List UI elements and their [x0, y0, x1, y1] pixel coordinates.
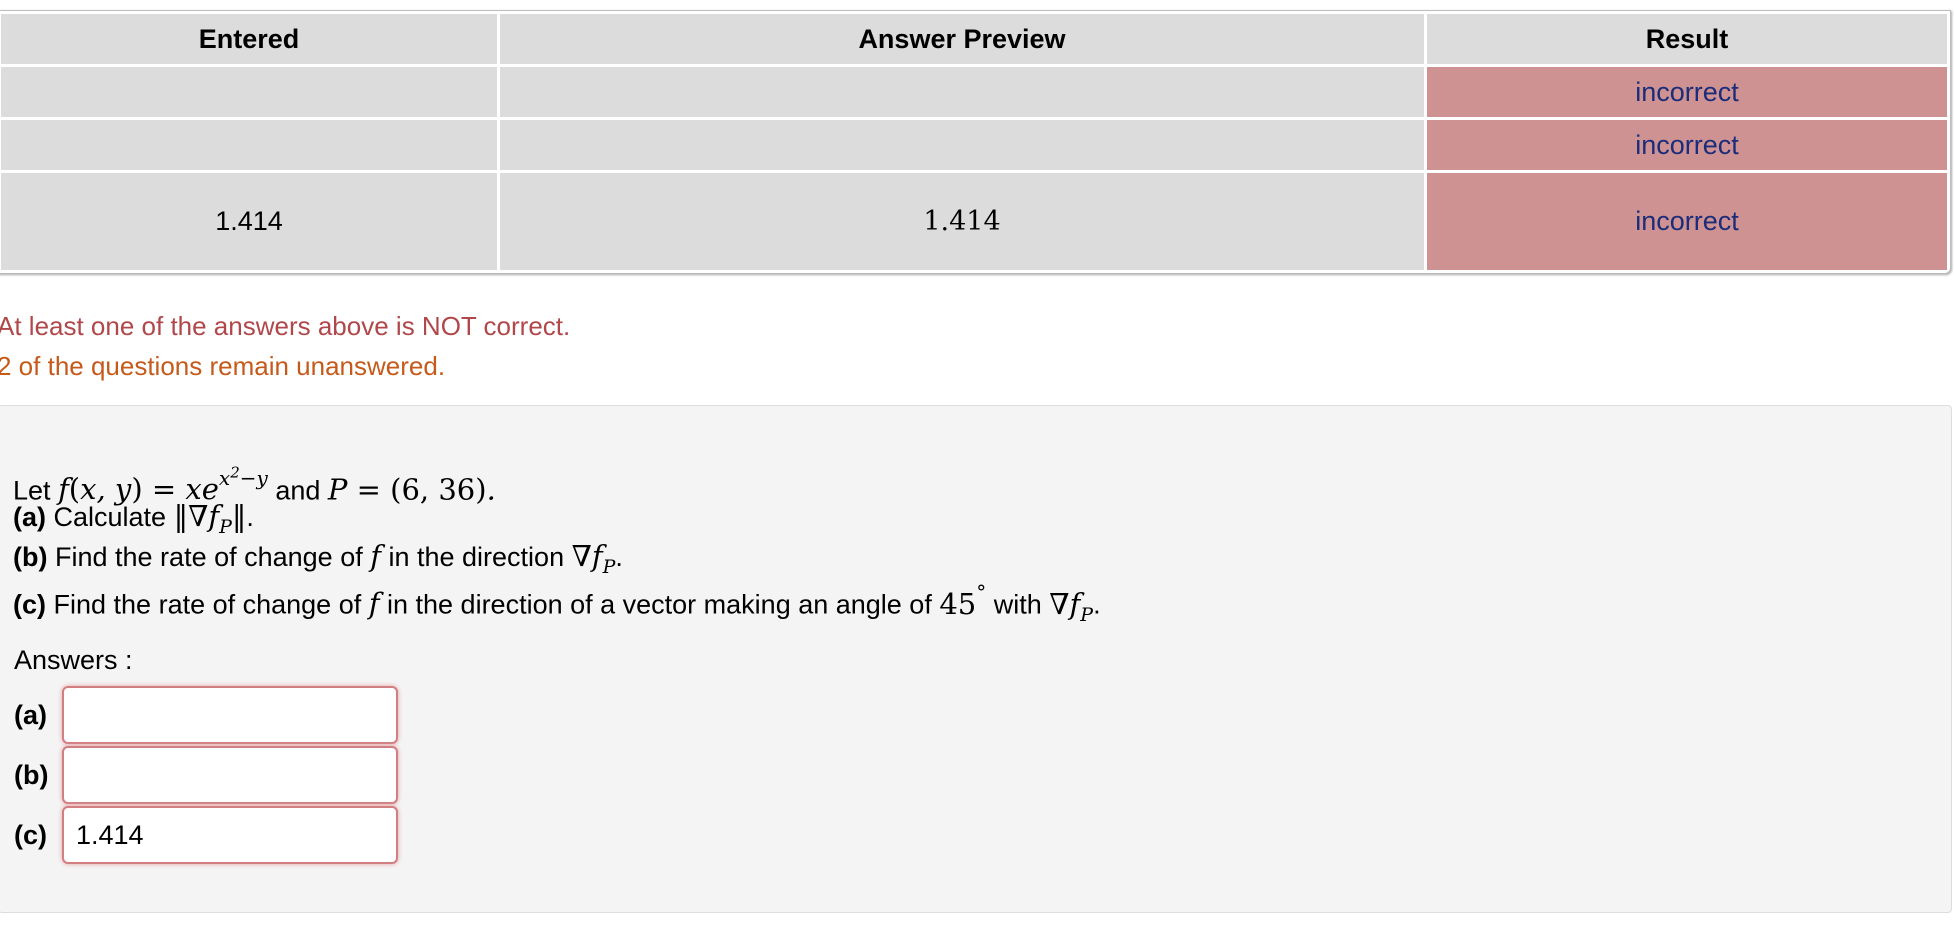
result-cell: incorrect [1427, 173, 1947, 270]
table-row: incorrect [1, 67, 1947, 117]
part-b-text: Find the rate of change of [55, 542, 363, 572]
entered-cell: 1.414 [1, 173, 497, 270]
part-b-label: (b) [13, 542, 48, 572]
header-entered: Entered [1, 14, 497, 64]
table-row: incorrect [1, 120, 1947, 170]
answers-label: Answers : [14, 645, 133, 675]
header-answer-preview: Answer Preview [500, 14, 1424, 64]
point-value: (6, 36) [390, 472, 487, 507]
part-c-text3: with [993, 589, 1042, 620]
part-a-text: Calculate [53, 502, 167, 532]
answer-a-label: (a) [14, 700, 47, 730]
answer-a-input[interactable] [62, 686, 398, 744]
incorrect-message: At least one of the answers above is NOT… [0, 311, 571, 341]
part-b-text2: in the direction [388, 542, 565, 572]
part-c-text2: in the direction of a vector making an a… [387, 589, 932, 620]
preview-cell [500, 67, 1424, 117]
answer-b-input[interactable] [62, 746, 398, 804]
answer-c-input[interactable] [62, 806, 398, 864]
f-symbol: f [370, 539, 381, 573]
point-definition: P = (6, 36). [327, 472, 496, 507]
gradient-norm: ‖∇fP‖ [173, 499, 247, 538]
part-c: (c) Find the rate of change of f in the … [13, 580, 1101, 626]
answer-b-label: (b) [14, 760, 49, 790]
entered-cell [1, 67, 497, 117]
intro-and: and [275, 475, 321, 506]
result-cell: incorrect [1427, 67, 1947, 117]
entered-cell [1, 120, 497, 170]
result-cell: incorrect [1427, 120, 1947, 170]
header-result: Result [1427, 14, 1947, 64]
unanswered-message: 2 of the questions remain unanswered. [0, 351, 446, 381]
gradient-symbol: ∇fP [1049, 586, 1094, 626]
part-c-text: Find the rate of change of [53, 589, 362, 620]
angle-value: 45° [939, 580, 987, 621]
results-table: Entered Answer Preview Result incorrect … [0, 10, 1951, 274]
gradient-symbol: ∇fP [571, 539, 616, 578]
table-header-row: Entered Answer Preview Result [1, 14, 1947, 64]
preview-cell [500, 120, 1424, 170]
table-row: 1.414 1.414 incorrect [1, 173, 1947, 270]
f-symbol: f [368, 586, 380, 621]
part-a-label: (a) [13, 502, 46, 532]
part-c-label: (c) [13, 589, 46, 620]
preview-cell: 1.414 [500, 173, 1424, 270]
answer-c-label: (c) [14, 820, 47, 850]
